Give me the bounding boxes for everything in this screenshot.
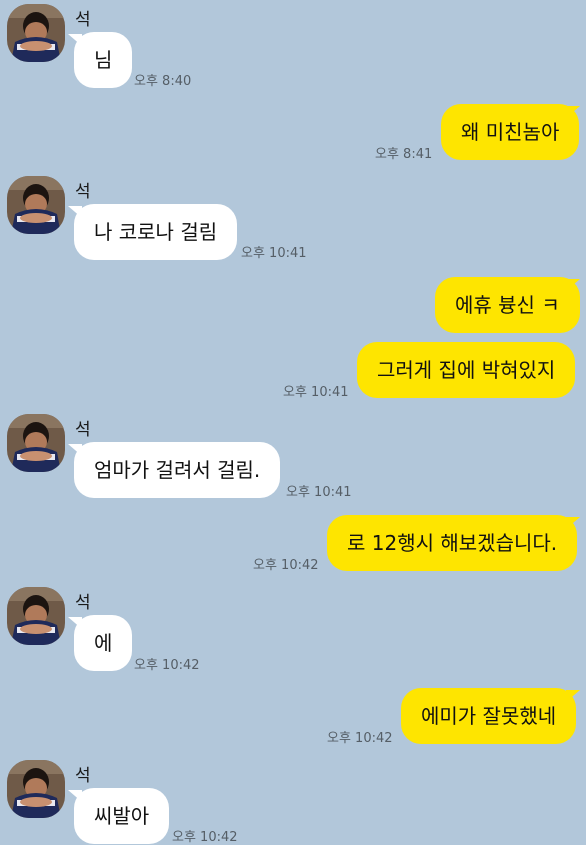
contact-avatar[interactable] (7, 587, 65, 645)
contact-avatar[interactable] (7, 760, 65, 818)
message-bubble[interactable]: 에 (74, 615, 133, 671)
message-time: 오후 8:41 (375, 147, 433, 162)
message-bubble[interactable]: 그러게 집에 박혀있지 (357, 342, 576, 398)
message-time: 오후 10:41 (241, 246, 307, 261)
message-bubble[interactable]: 나 코로나 걸림 (74, 204, 238, 260)
message-bubble[interactable]: 엄마가 걸려서 걸림. (74, 442, 281, 498)
bubble-tail (566, 690, 580, 702)
message-bubble[interactable]: 왜 미친놈아 (441, 104, 580, 160)
message-time: 오후 10:42 (327, 731, 393, 746)
message-bubble[interactable]: 씨발아 (74, 788, 170, 844)
message-time: 오후 10:41 (283, 385, 349, 400)
message-time: 오후 8:40 (134, 74, 192, 89)
message-bubble[interactable]: 님 (74, 32, 133, 88)
message-time: 오후 10:42 (134, 658, 200, 673)
contact-avatar[interactable] (7, 176, 65, 234)
message-bubble[interactable]: 로 12행시 해보겠습니다. (327, 515, 578, 571)
message-bubble[interactable]: 에미가 잘못했네 (401, 688, 577, 744)
bubble-tail (566, 106, 580, 118)
contact-avatar[interactable] (7, 4, 65, 62)
message-time: 오후 10:42 (253, 558, 319, 573)
bubble-tail (566, 517, 580, 529)
contact-avatar[interactable] (7, 414, 65, 472)
message-time: 오후 10:41 (286, 485, 352, 500)
message-time: 오후 10:42 (172, 830, 238, 845)
message-bubble[interactable]: 에휴 븅신 ㅋ (435, 277, 580, 333)
bubble-tail (566, 279, 580, 291)
